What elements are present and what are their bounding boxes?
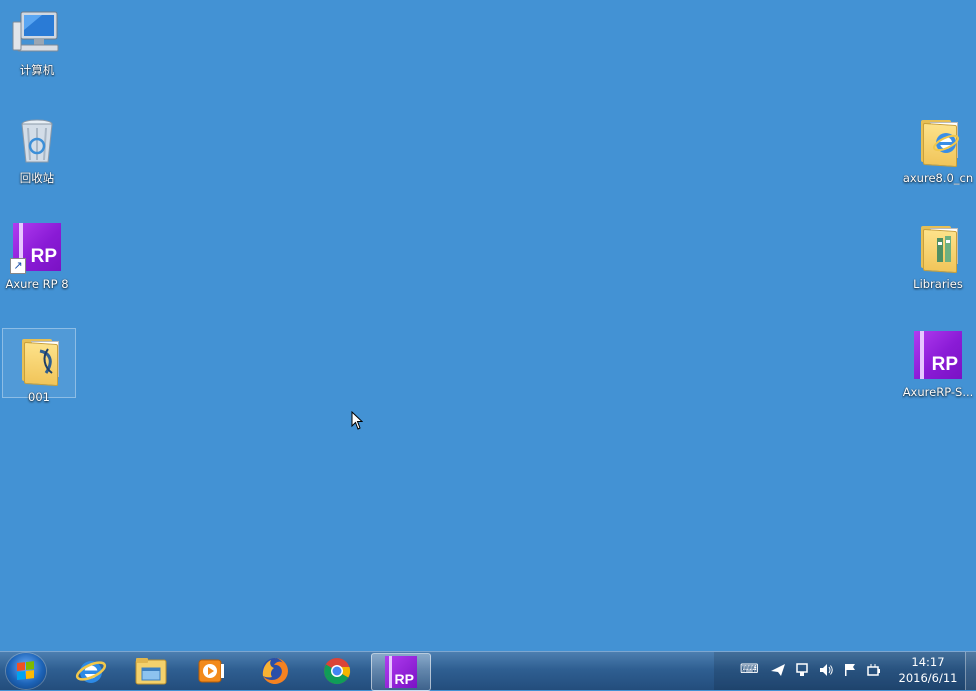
keyboard-icon[interactable]: ⌨ [740,662,759,678]
folder-icon [14,335,64,387]
folder-ie-icon [913,116,963,168]
clock-time: 14:17 [911,655,945,669]
desktop-icon-axurerp-setup[interactable]: RP AxureRP-S... [902,324,974,399]
computer-icon [12,8,62,58]
taskbar-file-explorer[interactable] [122,653,180,689]
taskbar-media-player[interactable] [182,653,240,689]
desktop-icon-label: AxureRP-S... [902,385,974,399]
taskbar: RP ⌨ 14:17 2016/6/11 [0,651,976,691]
media-player-icon [198,659,224,683]
desktop-icon-recycle-bin[interactable]: 回收站 [1,110,73,185]
desktop: 计算机 回收站 RP ↗ Axure RP 8 001 axure8.0_cn … [0,0,976,651]
clock-date: 2016/6/11 [898,671,958,685]
desktop-icon-computer[interactable]: 计算机 [1,2,73,77]
windows-logo-icon [17,661,35,681]
axure-rp-icon: RP [913,330,963,380]
desktop-icon-libraries[interactable]: Libraries [902,216,974,291]
power-icon[interactable] [866,662,882,678]
internet-explorer-icon [75,661,107,683]
show-desktop-button[interactable] [965,652,976,690]
desktop-icon-label: 计算机 [19,63,55,77]
recycle-bin-icon [12,116,62,166]
desktop-icon-axure-rp-8[interactable]: RP ↗ Axure RP 8 [1,216,73,291]
libraries-folder-icon [913,222,963,274]
taskbar-firefox[interactable] [246,653,304,689]
desktop-icon-label: Axure RP 8 [5,277,69,291]
tray-clock[interactable]: 14:17 2016/6/11 [892,654,964,686]
taskbar-internet-explorer[interactable] [62,653,120,689]
send-icon[interactable] [770,662,786,678]
desktop-icon-folder-001[interactable]: 001 [2,328,76,404]
axure-rp-icon: RP [385,656,417,688]
network-icon[interactable] [794,662,810,678]
file-explorer-icon [135,658,167,685]
firefox-icon [262,658,288,684]
desktop-icon-label: axure8.0_cn [902,171,974,185]
start-button[interactable] [6,653,46,689]
desktop-icon-label: 001 [28,390,50,404]
desktop-icon-label: 回收站 [19,171,55,185]
chrome-icon [324,658,351,685]
taskbar-chrome[interactable] [308,653,366,689]
taskbar-axure-rp[interactable]: RP [371,653,431,691]
system-tray: ⌨ 14:17 2016/6/11 [714,652,976,690]
axure-rp-label: RP [394,671,414,687]
shortcut-arrow-icon: ↗ [10,258,26,274]
axure-rp-icon: RP ↗ [10,222,62,274]
volume-icon[interactable] [818,662,834,678]
desktop-icon-axure8-cn[interactable]: axure8.0_cn [902,110,974,185]
mouse-cursor-icon [351,411,363,430]
action-center-flag-icon[interactable] [842,662,858,678]
desktop-icon-label: Libraries [913,277,963,291]
